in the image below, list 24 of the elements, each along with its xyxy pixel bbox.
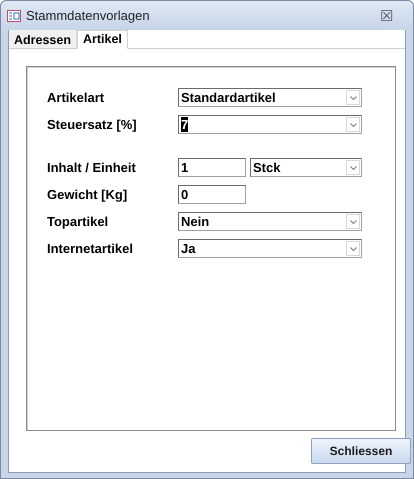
field-label: Steuersatz [%] — [46, 117, 138, 132]
window-title: Stammdatenvorlagen — [26, 8, 151, 23]
dropdown-field[interactable]: Standardartikel — [178, 88, 362, 107]
input-field[interactable]: 0 — [178, 185, 246, 204]
dropdown-field[interactable]: Stck — [250, 158, 362, 177]
close-button[interactable]: ☒ — [380, 6, 393, 24]
tab[interactable]: Adressen — [9, 30, 77, 48]
input-field[interactable]: 1 — [178, 158, 246, 177]
close-button[interactable]: Schliessen — [311, 438, 411, 464]
chevron-down-icon[interactable] — [350, 96, 356, 100]
dropdown-field[interactable]: 7 — [178, 115, 362, 134]
chevron-down-icon[interactable] — [350, 166, 356, 170]
field-label: Internetartikel — [46, 241, 134, 256]
field-label: Inhalt / Einheit — [46, 160, 137, 175]
chevron-down-icon[interactable] — [350, 246, 356, 250]
field-label: Artikelart — [46, 90, 106, 105]
chevron-down-icon[interactable] — [350, 122, 356, 126]
field-label: Topartikel — [46, 214, 110, 229]
dropdown-field[interactable]: Ja — [178, 239, 362, 258]
chevron-down-icon[interactable] — [350, 220, 356, 224]
field-label: Gewicht [Kg] — [46, 187, 128, 202]
dropdown-field[interactable]: Nein — [178, 212, 362, 231]
tab[interactable]: Artikel — [76, 30, 128, 49]
form-icon — [7, 10, 21, 22]
